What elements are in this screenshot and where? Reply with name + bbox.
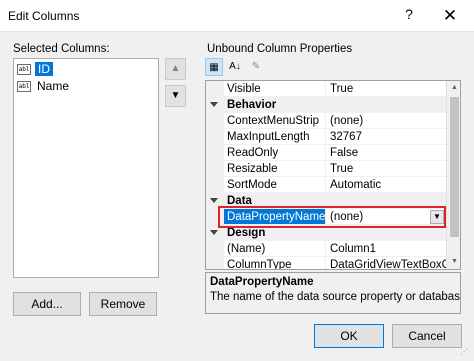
collapse-chevron-icon[interactable] bbox=[210, 102, 218, 107]
property-row-resizable[interactable]: Resizable True bbox=[206, 161, 446, 177]
properties-label: Unbound Column Properties bbox=[207, 43, 353, 55]
collapse-chevron-icon[interactable] bbox=[210, 198, 218, 203]
property-name: Resizable bbox=[224, 161, 326, 177]
row-margin bbox=[206, 145, 224, 161]
row-margin bbox=[206, 177, 224, 193]
annotation-highlight-box bbox=[218, 206, 446, 228]
category-label: Behavior bbox=[227, 99, 277, 111]
property-value[interactable]: False bbox=[327, 145, 446, 161]
resize-grip-icon[interactable]: ⋰ bbox=[460, 347, 472, 359]
row-margin bbox=[206, 161, 224, 177]
help-button[interactable]: ? bbox=[400, 6, 418, 26]
property-value[interactable]: (none) bbox=[327, 113, 446, 129]
cancel-button[interactable]: Cancel bbox=[392, 324, 462, 348]
property-name: (Name) bbox=[224, 241, 326, 257]
selected-columns-list[interactable]: abl ID abl Name bbox=[13, 58, 159, 278]
row-margin bbox=[206, 241, 224, 257]
add-button[interactable]: Add... bbox=[13, 292, 81, 316]
property-value[interactable]: 32767 bbox=[327, 129, 446, 145]
property-name: SortMode bbox=[224, 177, 326, 193]
list-item[interactable]: abl Name bbox=[15, 78, 155, 94]
scroll-down-icon[interactable]: ▼ bbox=[447, 255, 460, 269]
property-row-readonly[interactable]: ReadOnly False bbox=[206, 145, 446, 161]
property-row-sortmode[interactable]: SortMode Automatic bbox=[206, 177, 446, 193]
property-toolbar: ▦ A↓ ✎ bbox=[205, 58, 275, 78]
row-margin bbox=[206, 257, 224, 269]
remove-button[interactable]: Remove bbox=[89, 292, 157, 316]
property-row-name[interactable]: (Name) Column1 bbox=[206, 241, 446, 257]
scroll-up-icon[interactable]: ▲ bbox=[447, 81, 460, 95]
category-behavior[interactable]: Behavior bbox=[206, 97, 446, 113]
categorized-icon[interactable]: ▦ bbox=[205, 58, 223, 76]
property-value[interactable]: True bbox=[327, 161, 446, 177]
close-button[interactable]: ✕ bbox=[436, 5, 464, 27]
list-item[interactable]: abl ID bbox=[15, 61, 155, 77]
property-value[interactable]: Automatic bbox=[327, 177, 446, 193]
textbox-column-icon: abl bbox=[17, 63, 31, 75]
move-down-button[interactable]: ▼ bbox=[165, 85, 186, 107]
description-title: DataPropertyName bbox=[210, 276, 314, 288]
property-row-maxinputlength[interactable]: MaxInputLength 32767 bbox=[206, 129, 446, 145]
property-row-visible[interactable]: Visible True bbox=[206, 81, 446, 97]
description-panel: DataPropertyName The name of the data so… bbox=[205, 272, 461, 314]
collapse-chevron-icon[interactable] bbox=[210, 230, 218, 235]
alphabetical-icon[interactable]: A↓ bbox=[226, 58, 244, 76]
property-name: Visible bbox=[224, 81, 326, 97]
property-value[interactable]: Column1 bbox=[327, 241, 446, 257]
textbox-column-icon: abl bbox=[17, 80, 31, 92]
list-item-label: Name bbox=[37, 79, 70, 93]
property-row-contextmenustrip[interactable]: ContextMenuStrip (none) bbox=[206, 113, 446, 129]
property-name: ContextMenuStrip bbox=[224, 113, 326, 129]
down-arrow-icon: ▼ bbox=[170, 90, 181, 101]
row-margin bbox=[206, 129, 224, 145]
row-margin bbox=[206, 81, 224, 97]
property-name: ColumnType bbox=[224, 257, 326, 269]
ok-button[interactable]: OK bbox=[314, 324, 384, 348]
description-text: The name of the data source property or … bbox=[210, 291, 461, 303]
list-item-label: ID bbox=[35, 62, 53, 76]
property-value[interactable]: DataGridViewTextBoxCol bbox=[327, 257, 446, 269]
property-name: ReadOnly bbox=[224, 145, 326, 161]
grid-scrollbar[interactable]: ▲ ▼ bbox=[446, 81, 460, 269]
window-title: Edit Columns bbox=[8, 9, 80, 23]
property-grid[interactable]: Visible True Behavior ContextMenuStrip (… bbox=[205, 80, 461, 270]
selected-columns-label: Selected Columns: bbox=[13, 43, 110, 55]
row-margin bbox=[206, 113, 224, 129]
property-name: MaxInputLength bbox=[224, 129, 326, 145]
up-arrow-icon: ▲ bbox=[170, 63, 181, 74]
property-row-columntype[interactable]: ColumnType DataGridViewTextBoxCol bbox=[206, 257, 446, 269]
property-pages-icon[interactable]: ✎ bbox=[247, 58, 265, 76]
title-bar: Edit Columns ? ✕ bbox=[0, 0, 474, 32]
property-value[interactable]: True bbox=[327, 81, 446, 97]
scroll-thumb[interactable] bbox=[450, 97, 459, 237]
move-up-button[interactable]: ▲ bbox=[165, 58, 186, 80]
